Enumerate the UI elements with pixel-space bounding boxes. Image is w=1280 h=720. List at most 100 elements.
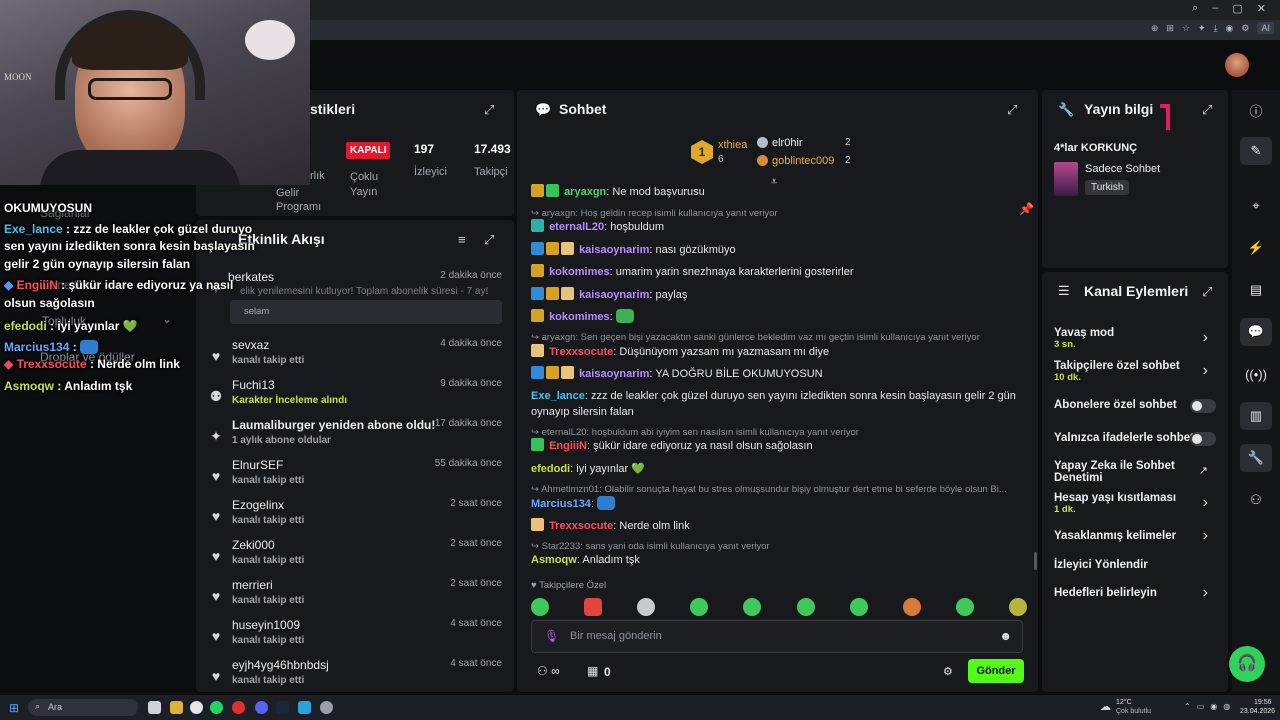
emote-icon[interactable] xyxy=(1008,598,1027,616)
microphone-icon[interactable]: 🎙 xyxy=(544,629,559,643)
obs-icon[interactable] xyxy=(320,701,333,714)
leader-name[interactable]: xthiea xyxy=(718,139,747,151)
close-icon[interactable]: ✕ xyxy=(1257,2,1266,15)
minimize-icon[interactable]: – xyxy=(1212,2,1218,15)
search-icon[interactable]: ⌕ xyxy=(1192,2,1198,15)
target-icon[interactable]: ⌖ xyxy=(1240,192,1272,220)
chat-message[interactable]: kaisaoynarim: YA DOĞRU BİLE OKUMUYOSUN xyxy=(531,366,1021,382)
set-goals-row[interactable]: Hedefleri belirleyin › xyxy=(1054,584,1216,601)
chat-icon[interactable]: 💬 xyxy=(1240,318,1272,346)
steam-icon[interactable] xyxy=(276,701,289,714)
profile-icon[interactable]: ◉ xyxy=(1226,23,1234,34)
maximize-icon[interactable]: ▢ xyxy=(1232,2,1242,15)
category-name[interactable]: Sadece Sohbet xyxy=(1085,163,1160,175)
emote-icon[interactable] xyxy=(849,598,868,616)
lightning-icon[interactable]: ⚡ xyxy=(1240,234,1272,262)
event-item[interactable]: ♥ huseyin1009 4 saat önce kanalı takip e… xyxy=(208,618,502,656)
expand-icon[interactable]: ⤢ xyxy=(1202,284,1212,300)
banned-words-row[interactable]: Yasaklanmış kelimeler › xyxy=(1054,527,1216,544)
expand-icon[interactable]: ⤢ xyxy=(1202,102,1212,118)
message-input[interactable]: Bir mesaj gönderin xyxy=(570,630,662,642)
emote-icon[interactable] xyxy=(531,598,549,616)
followers-only-row[interactable]: Takipçilere özel sohbet 10 dk. › xyxy=(1054,360,1216,383)
event-item[interactable]: ♥ eyjh4yg46hbnbdsj 4 saat önce kanalı ta… xyxy=(208,658,502,696)
chat-message[interactable]: Trexxsocute: Nerde olm link xyxy=(531,518,1021,534)
message-input-box[interactable]: 🎙 Bir mesaj gönderin ☻ xyxy=(531,620,1023,653)
emote-icon[interactable] xyxy=(796,598,815,616)
emote-icon[interactable] xyxy=(637,598,656,616)
file-explorer-icon[interactable] xyxy=(170,701,183,714)
account-age-row[interactable]: Hesap yaşı kısıtlaması 1 dk. › xyxy=(1054,492,1216,515)
broadcast-icon[interactable]: ((•)) xyxy=(1240,360,1272,388)
download-icon[interactable]: ⤓ xyxy=(1214,23,1218,34)
community-icon[interactable]: ⚇ ∞ xyxy=(537,664,560,678)
layout-icon[interactable]: ▥ xyxy=(1240,402,1272,430)
expand-icon[interactable]: ⤢ xyxy=(484,102,494,118)
pencil-icon[interactable]: ✎ xyxy=(1240,137,1272,165)
filter-icon[interactable]: ≡ xyxy=(458,232,466,247)
expand-icon[interactable]: ⤢ xyxy=(1007,102,1017,118)
event-item[interactable]: ♥ Ezogelinx 2 saat önce kanalı takip ett… xyxy=(208,498,502,536)
taskbar-search[interactable]: ⌕ Ara xyxy=(28,699,138,716)
emote-icon[interactable] xyxy=(902,598,921,616)
discord-icon[interactable] xyxy=(255,701,268,714)
opera-icon[interactable] xyxy=(232,701,245,714)
task-view-icon[interactable] xyxy=(148,701,161,714)
emote-only-toggle[interactable] xyxy=(1190,432,1216,446)
chat-message[interactable]: kokomimes: xyxy=(531,309,1021,325)
event-item[interactable]: ✦ Laumaliburger yeniden abone oldu! 17 d… xyxy=(208,418,502,456)
zoom-icon[interactable]: ⊕ xyxy=(1151,23,1159,34)
expand-icon[interactable]: ⤢ xyxy=(484,232,494,248)
ai-button[interactable]: AI xyxy=(1257,22,1274,34)
emote-icon[interactable] xyxy=(955,598,974,616)
pin-icon[interactable]: 📌 xyxy=(1019,202,1034,216)
chat-message[interactable]: Exe_lance: zzz de leakler çok güzel duru… xyxy=(531,388,1021,420)
puzzle-icon[interactable]: ✦ xyxy=(1198,23,1206,34)
event-item[interactable]: ♥ merrieri 2 saat önce kanalı takip etti xyxy=(208,578,502,616)
leader-count: 2 xyxy=(845,137,851,148)
subscribers-only-toggle[interactable] xyxy=(1190,399,1216,413)
chat-message[interactable]: kokomimes: umarim yarin snezhnaya karakt… xyxy=(531,264,1021,280)
event-item[interactable]: ♥ ElnurSEF 55 dakika önce kanalı takip e… xyxy=(208,458,502,496)
send-button[interactable]: Gönder xyxy=(968,659,1024,683)
wrench-icon[interactable]: 🔧 xyxy=(1240,444,1272,472)
spotify-icon[interactable] xyxy=(210,701,223,714)
chat-message[interactable]: EngiiiN: şükür idare ediyoruz ya nasıl o… xyxy=(531,438,1021,454)
chat-message[interactable]: kaisaoynarim: paylaş xyxy=(531,287,1021,303)
bookmark-icon[interactable]: ☆ xyxy=(1182,23,1190,34)
emoji-icon[interactable]: ☻ xyxy=(999,629,1012,643)
app-icon[interactable] xyxy=(298,701,311,714)
chat-message[interactable]: eternalL20: hoşbuldum xyxy=(531,219,1021,235)
emote-icon[interactable] xyxy=(584,598,603,616)
chat-message[interactable]: kaisaoynarim: nası gözükmüyo xyxy=(531,242,1021,258)
emote-icon[interactable] xyxy=(690,598,709,616)
emote-only-row[interactable]: Yalnızca ifadelerle sohbet xyxy=(1054,432,1216,446)
document-icon[interactable]: ▤ xyxy=(1240,276,1272,304)
chat-message[interactable]: Trexxsocute: Düşünüyom yazsam mı yazmasa… xyxy=(531,344,1021,360)
treasure-icon[interactable]: ▦ xyxy=(587,664,598,678)
info-icon[interactable]: ⓘ xyxy=(1240,96,1272,124)
category-thumbnail[interactable] xyxy=(1054,162,1078,196)
chrome-icon[interactable] xyxy=(190,701,203,714)
emote-icon[interactable] xyxy=(743,598,762,616)
event-item[interactable]: ♥ Zeki000 2 saat önce kanalı takip etti xyxy=(208,538,502,576)
support-headset-icon[interactable]: 🎧 xyxy=(1229,646,1265,682)
windows-start-icon[interactable]: ⊞ xyxy=(9,701,19,715)
subscribers-only-row[interactable]: Abonelere özel sohbet xyxy=(1054,399,1216,413)
ai-moderation-row[interactable]: Yapay Zeka ile Sohbet Denetimi ↗ xyxy=(1054,460,1216,484)
host-viewers-row[interactable]: İzleyici Yönlendir xyxy=(1054,559,1216,571)
avatar[interactable] xyxy=(1225,53,1249,77)
tray-icons[interactable]: ⌃▭◉◍ xyxy=(1184,702,1236,711)
settings-icon[interactable]: ⚙ xyxy=(1241,23,1249,34)
chat-message[interactable]: efedodi: iyi yayınlar 💚 xyxy=(531,461,1021,477)
chat-message[interactable]: Asmoqw: Anladım tşk xyxy=(531,552,1021,568)
users-icon[interactable]: ⚇ xyxy=(1240,486,1272,514)
slow-mode-row[interactable]: Yavaş mod 3 sn. › xyxy=(1054,327,1216,350)
leader-name[interactable]: goblintec009 xyxy=(772,155,834,167)
chat-settings-icon[interactable]: ⚙ xyxy=(943,665,953,678)
chat-scrollbar[interactable] xyxy=(1034,552,1037,570)
translate-icon[interactable]: ⊞ xyxy=(1166,23,1174,34)
chat-message[interactable]: aryaxgn: Ne mod başvurusu xyxy=(531,184,1021,200)
chat-message[interactable]: Marcius134: xyxy=(531,496,1021,512)
leader-name[interactable]: elr0hir xyxy=(772,137,803,149)
